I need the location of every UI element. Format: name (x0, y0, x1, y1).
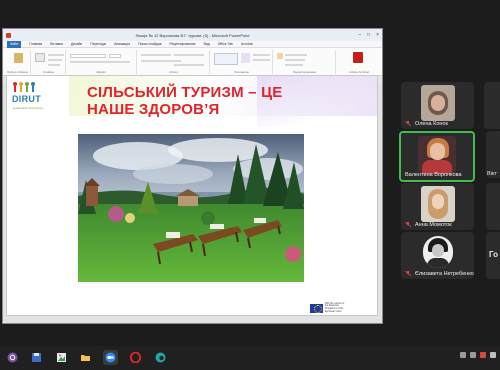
new-slide-icon[interactable] (35, 53, 45, 62)
video-tile[interactable]: Єлизавета Нетребенко (401, 232, 474, 279)
window-titlebar: Лекція № 12 Воронкова В.Г. туризм. (5) -… (3, 29, 382, 41)
tab-file[interactable]: Файл (7, 40, 22, 48)
rural-tourism-photo (78, 134, 304, 282)
find-icon[interactable] (277, 53, 283, 59)
tab-review[interactable]: Рецензирование (169, 42, 195, 46)
font-size-select[interactable] (109, 54, 121, 58)
participant-video (420, 85, 455, 121)
save-icon[interactable] (29, 350, 44, 365)
tab-acrobat[interactable]: Acrobat (241, 42, 253, 46)
tab-transitions[interactable]: Переходы (90, 42, 106, 46)
slide: DIRUT sustainable rural tourism СІЛЬСЬКИ… (6, 75, 378, 316)
tab-view[interactable]: Вид (204, 42, 210, 46)
participant-name: Олена Конок (415, 121, 448, 127)
folder-icon[interactable] (78, 350, 93, 365)
mic-muted-icon (405, 121, 411, 126)
system-tray (460, 352, 496, 358)
participant-name: Анна Момоток (415, 222, 452, 228)
ribbon-group-drawing: Рисование (211, 50, 273, 74)
window-title: Лекція № 12 Воронкова В.Г. туризм. (5) -… (135, 32, 250, 38)
opera-icon[interactable] (128, 350, 143, 365)
maximize-icon[interactable]: □ (367, 32, 370, 38)
arrange-icon[interactable] (241, 53, 250, 63)
network-icon[interactable] (460, 352, 466, 358)
tab-home[interactable]: Главная (29, 42, 42, 46)
video-tile[interactable]: Анна Момоток (401, 183, 474, 230)
slide-title: СІЛЬСЬКИЙ ТУРИЗМ – ЦЕ НАШЕ ЗДОРОВ’Я (87, 84, 283, 118)
volume-icon[interactable] (470, 352, 476, 358)
mic-muted-icon (405, 271, 411, 276)
powerpoint-window: Лекція № 12 Воронкова В.Г. туризм. (5) -… (2, 28, 383, 324)
tab-insert[interactable]: Вставка (50, 42, 63, 46)
participant-video (420, 186, 455, 222)
ribbon-group-editing: Редактирование (274, 50, 336, 74)
participant-name: Єлизавета Нетребенко (415, 271, 474, 277)
close-icon[interactable]: × (376, 32, 379, 38)
eu-flag-icon (310, 303, 323, 313)
tab-animations[interactable]: Анимация (114, 42, 130, 46)
participant-video (418, 136, 456, 174)
logo-subtitle: sustainable rural tourism (13, 106, 44, 110)
video-tile-partial[interactable] (484, 82, 500, 129)
ribbon: Буфер обмена Слайды Шрифт Абзац Рисовани… (3, 48, 382, 76)
acrobat-pdf-icon[interactable] (353, 52, 363, 63)
font-select[interactable] (70, 54, 106, 58)
shapes-gallery[interactable] (214, 53, 238, 65)
tab-office-tab[interactable]: Office Tab (218, 42, 233, 46)
tab-design[interactable]: Дизайн (71, 42, 82, 46)
zoom-icon[interactable] (103, 350, 118, 365)
video-tile-partial[interactable]: Вікт (486, 131, 500, 178)
flag-icon[interactable] (480, 352, 486, 358)
screen: Лекція № 12 Воронкова В.Г. туризм. (5) -… (0, 0, 500, 340)
ribbon-group-clipboard: Буфер обмена (5, 50, 31, 74)
ribbon-group-paragraph: Абзац (138, 50, 210, 74)
photos-icon[interactable] (54, 350, 69, 365)
video-tile-active-speaker[interactable]: Валентина Воронкова (399, 131, 475, 182)
logo-text: DIRUT (12, 94, 41, 104)
ribbon-group-acrobat: Adobe Acrobat (337, 50, 381, 74)
video-tile-partial[interactable] (486, 183, 500, 230)
dirut-logo: DIRUT sustainable rural tourism (9, 80, 67, 110)
mic-muted-icon (405, 222, 411, 227)
minimize-icon[interactable]: – (358, 32, 361, 38)
video-tile[interactable]: Олена Конок (401, 82, 474, 129)
taskbar (0, 346, 500, 370)
erasmus-logo: With the support of the Erasmus+ Program… (310, 302, 346, 314)
participant-avatar (422, 236, 453, 268)
ribbon-group-slides: Слайды (32, 50, 66, 74)
participant-name: Валентина Воронкова (405, 172, 462, 178)
viber-icon[interactable] (5, 350, 20, 365)
ribbon-tabs: Файл Главная Вставка Дизайн Переходы Ани… (3, 40, 382, 48)
notification-icon[interactable] (490, 352, 496, 358)
ribbon-group-font: Шрифт (67, 50, 137, 74)
edge-icon[interactable] (153, 350, 168, 365)
video-tile-partial[interactable]: Го (486, 232, 500, 279)
eu-note: With the support of the Erasmus+ Program… (325, 302, 345, 313)
tab-slideshow[interactable]: Показ слайдов (138, 42, 161, 46)
paste-icon[interactable] (14, 53, 23, 63)
